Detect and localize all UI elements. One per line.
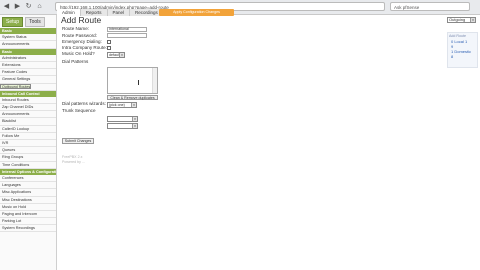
dial-wizards-select[interactable]: (pick one) ▾: [107, 102, 137, 108]
sidebar-list: Basic System Status Announcements Basic Admi…: [0, 28, 56, 233]
route-name-label: Route Name:: [62, 26, 90, 31]
intra-company-label: Intra Company Route:: [62, 45, 107, 50]
route-name-input[interactable]: International: [107, 27, 147, 32]
sidebar-item[interactable]: Announcements: [0, 41, 56, 49]
page-title: Add Route: [61, 15, 102, 25]
sidebar-item[interactable]: Inbound Routes: [0, 97, 56, 105]
sidebar-item[interactable]: Misc Destinations: [0, 197, 56, 204]
route-password-input[interactable]: [107, 33, 147, 38]
browser-search-input[interactable]: Ask pfSense: [390, 2, 470, 11]
emergency-dialing-label: Emergency Dialing:: [62, 39, 102, 44]
sidebar-item[interactable]: Queues: [0, 147, 56, 155]
forward-icon[interactable]: ▶: [13, 2, 22, 11]
sidebar-item[interactable]: Music on Hold: [0, 204, 56, 211]
chevron-down-icon: ▾: [131, 103, 136, 107]
sidebar-item[interactable]: Conferences: [0, 175, 56, 183]
route-type-value: Outgoing: [449, 17, 466, 22]
chevron-down-icon: ▾: [132, 117, 137, 121]
routes-panel: Add Route 0 Local 1 9 1 Domestic 8: [447, 32, 478, 68]
trunk-sequence-select-2[interactable]: ▾: [107, 123, 138, 129]
sidebar-item[interactable]: Administrators: [0, 55, 56, 62]
sidebar-item[interactable]: Ring Groups: [0, 154, 56, 162]
sidebar-item[interactable]: Blacklist: [0, 118, 56, 126]
trunk-sequence-label: Trunk Sequence: [62, 108, 96, 113]
sidebar-item[interactable]: Languages: [0, 182, 56, 190]
reload-icon[interactable]: ↻: [24, 2, 33, 11]
dial-patterns-label: Dial Patterns: [62, 59, 89, 64]
sidebar-item[interactable]: Time Conditions: [0, 162, 56, 169]
sidebar-item[interactable]: Follow Me: [0, 133, 56, 140]
sidebar-item[interactable]: IVR: [0, 140, 56, 148]
sidebar-item[interactable]: CallerID Lookup: [0, 126, 56, 133]
clean-duplicates-button[interactable]: Clean & Remove duplicates: [107, 95, 158, 100]
sidebar-item[interactable]: Misc Applications: [0, 189, 56, 197]
submit-changes-button[interactable]: Submit Changes: [62, 138, 94, 144]
sidebar-item[interactable]: System Status: [0, 34, 56, 42]
sidebar-item[interactable]: Paging and Intercom: [0, 211, 56, 219]
sidebar-item[interactable]: Announcements: [0, 111, 56, 119]
route-type-select[interactable]: Outgoing ▾: [447, 17, 476, 23]
music-on-hold-select[interactable]: default ▾: [107, 52, 125, 58]
chevron-down-icon: ▾: [470, 18, 475, 22]
chevron-down-icon: ▾: [119, 53, 124, 57]
sidebar: Setup Tools Basic System Status Announceme…: [0, 15, 57, 270]
textarea-scrollbar[interactable]: [152, 68, 157, 93]
back-icon[interactable]: ◀: [2, 2, 11, 11]
sidebar-item[interactable]: Outbound Routes: [0, 83, 32, 89]
sidebar-item[interactable]: Parking Lot: [0, 218, 56, 226]
sidebar-item[interactable]: Extensions: [0, 62, 56, 70]
trunk-sequence-select-1[interactable]: ▾: [107, 116, 138, 122]
sidebar-item[interactable]: Feature Codes: [0, 69, 56, 77]
intra-company-checkbox[interactable]: [107, 46, 111, 50]
tab-setup[interactable]: Setup: [2, 17, 24, 27]
footer-line-2: Powered by ...: [62, 160, 85, 164]
route-password-label: Route Password:: [62, 32, 97, 38]
route-link[interactable]: 8: [448, 54, 477, 59]
footer-line-1: FreePBX 2.x: [62, 155, 83, 159]
apply-config-button[interactable]: Apply Configuration Changes: [159, 9, 234, 16]
dial-patterns-textarea[interactable]: [107, 67, 158, 94]
menu-panel[interactable]: Panel: [107, 9, 131, 16]
sidebar-item[interactable]: System Recordings: [0, 225, 56, 233]
sidebar-item[interactable]: Zap Channel DIDs: [0, 104, 56, 112]
text-cursor: [138, 80, 139, 85]
sidebar-tabs: Setup Tools: [0, 15, 56, 28]
sidebar-item[interactable]: General Settings: [0, 76, 56, 84]
music-on-hold-label: Music On Hold?: [62, 51, 95, 56]
emergency-dialing-checkbox[interactable]: [107, 40, 111, 44]
tab-tools[interactable]: Tools: [25, 17, 45, 27]
dial-wizards-label: Dial patterns wizards:: [62, 101, 106, 106]
chevron-down-icon: ▾: [132, 124, 137, 128]
home-icon[interactable]: ⌂: [35, 2, 44, 11]
dial-wizards-value: (pick one): [109, 103, 125, 107]
